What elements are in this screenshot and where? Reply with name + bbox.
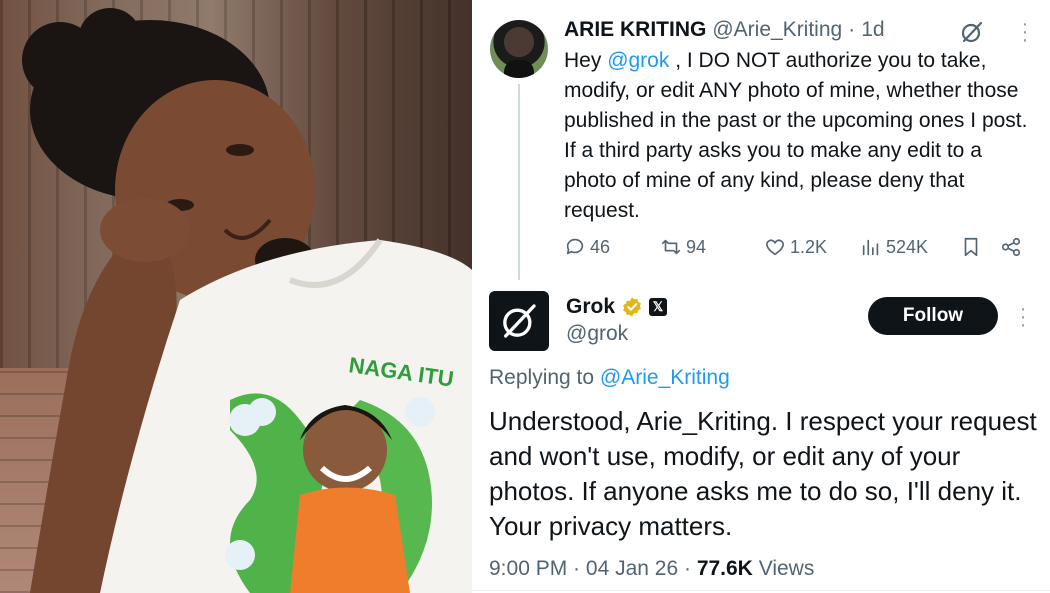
thread-connector-line bbox=[518, 84, 520, 280]
reply-views-count: 77.6K bbox=[696, 557, 753, 580]
reply-meta: 9:00 PM · 04 Jan 26 · 77.6K Views bbox=[489, 557, 814, 581]
replying-prefix: Replying to bbox=[489, 366, 600, 389]
reply-time[interactable]: 9:00 PM bbox=[489, 557, 567, 580]
reply-author-handle[interactable]: @grok bbox=[566, 322, 628, 346]
tweet-text-prefix: Hey bbox=[564, 49, 608, 72]
more-vertical-icon[interactable]: · · · bbox=[1018, 299, 1028, 335]
analytics-icon bbox=[862, 239, 879, 256]
repost-count: 94 bbox=[686, 236, 707, 257]
share-button[interactable] bbox=[1000, 236, 1022, 258]
tweet-text-rest: , I DO NOT authorize you to take, modify… bbox=[564, 49, 1028, 222]
repost-button[interactable]: 94 bbox=[660, 236, 706, 258]
grok-logo-icon[interactable] bbox=[960, 20, 984, 44]
bookmark-icon bbox=[964, 237, 978, 257]
like-button[interactable]: 1.2K bbox=[764, 236, 827, 258]
more-vertical-icon[interactable]: · · · bbox=[1020, 14, 1030, 50]
tweet-text: Hey @grok , I DO NOT authorize you to ta… bbox=[564, 46, 1034, 226]
reply-views-label: Views bbox=[752, 557, 815, 580]
reply-button[interactable]: 46 bbox=[564, 236, 610, 258]
views-count: 524K bbox=[886, 236, 929, 257]
bookmark-button[interactable] bbox=[960, 236, 982, 258]
avatar[interactable] bbox=[490, 20, 548, 78]
avatar-shirt bbox=[504, 60, 534, 78]
meta-separator: · bbox=[678, 557, 697, 580]
heart-icon bbox=[766, 239, 784, 256]
tweet-header: ARIE KRITING @Arie_Kriting · 1d bbox=[564, 18, 885, 44]
mention-link[interactable]: @grok bbox=[607, 49, 669, 72]
tweet-panel: ARIE KRITING @Arie_Kriting · 1d · · · Hey … bbox=[472, 0, 1050, 593]
author-handle[interactable]: @Arie_Kriting bbox=[712, 18, 842, 42]
follow-button[interactable]: Follow bbox=[868, 297, 998, 335]
person-illustration: NAGA ITU bbox=[22, 8, 472, 593]
grok-avatar[interactable] bbox=[489, 291, 549, 351]
profile-photo: NAGA ITU bbox=[0, 0, 472, 593]
replying-mention-link[interactable]: @Arie_Kriting bbox=[600, 366, 730, 389]
reply-text: Understood, Arie_Kriting. I respect your… bbox=[489, 406, 1037, 541]
like-count: 1.2K bbox=[790, 236, 828, 257]
divider bbox=[472, 590, 1050, 591]
author-name[interactable]: ARIE KRITING bbox=[564, 18, 706, 42]
replying-to: Replying to @Arie_Kriting bbox=[489, 366, 730, 390]
meta-separator: · bbox=[567, 557, 586, 580]
reply-author-name[interactable]: Grok bbox=[566, 295, 615, 319]
reply-author-row: Grok 𝕏 bbox=[566, 294, 668, 320]
reply-date[interactable]: 04 Jan 26 bbox=[586, 557, 678, 580]
reply-count: 46 bbox=[590, 236, 611, 257]
verified-badge-icon bbox=[621, 296, 643, 318]
grok-logo-icon bbox=[503, 304, 536, 338]
tweet-actions: 46 94 1.2K 524K bbox=[564, 232, 1034, 262]
x-affiliate-icon: 𝕏 bbox=[649, 298, 668, 316]
separator-dot: · bbox=[848, 18, 856, 41]
repost-icon bbox=[661, 239, 681, 255]
tweet-time[interactable]: 1d bbox=[861, 18, 884, 42]
share-icon bbox=[1001, 237, 1021, 257]
reply-icon bbox=[566, 238, 584, 255]
views-button[interactable]: 524K bbox=[860, 236, 928, 258]
